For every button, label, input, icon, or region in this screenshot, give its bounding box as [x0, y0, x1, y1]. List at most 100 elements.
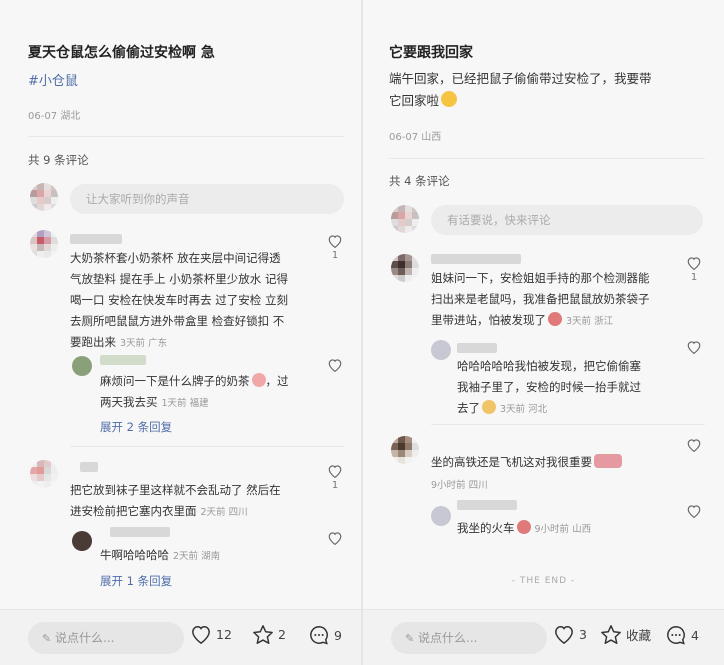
like-count: 1	[331, 480, 339, 491]
like-count: 1	[331, 250, 339, 261]
say-something-input[interactable]: ✎ 说点什么...	[391, 622, 547, 654]
pencil-icon: ✎	[42, 632, 52, 645]
collect-label: 收藏	[626, 628, 652, 643]
comment-total: 9	[334, 627, 342, 643]
username-redacted[interactable]	[80, 462, 98, 472]
emoji-icon	[251, 373, 266, 387]
reply-avatar[interactable]	[431, 340, 451, 360]
star-total: 2	[278, 627, 286, 642]
reply-like-button[interactable]	[324, 531, 346, 545]
emoji-icon	[548, 312, 562, 326]
comment-icon	[667, 626, 685, 645]
username-redacted[interactable]	[110, 527, 170, 537]
comment-body: 把它放到袜子里这样就不会乱动了 然后在 进安检前把它塞内衣里面 2天前 四川	[70, 483, 281, 518]
username-redacted[interactable]	[457, 343, 497, 353]
commenter-avatar[interactable]	[30, 230, 58, 258]
comment-meta: 3天前 广东	[120, 338, 168, 349]
comment-count: 共 4 条评论	[389, 174, 450, 188]
like-button[interactable]: 3	[553, 624, 587, 644]
heart-icon	[328, 465, 342, 478]
comment-meta: 1天前 福建	[161, 398, 209, 409]
divider	[70, 446, 344, 447]
post-tag[interactable]: #小仓鼠	[28, 70, 78, 89]
comment-body: 姐妹问一下，安检姐姐手持的那个检测器能 扫出来是老鼠吗，我准备把鼠鼠放奶茶袋子 …	[431, 271, 650, 327]
comment-meta: 2天前 湖南	[173, 551, 221, 562]
heart-icon	[687, 439, 701, 452]
comment-meta: 3天前 河北	[500, 404, 548, 415]
emoji-icon	[516, 520, 531, 534]
reply-like-button[interactable]	[683, 504, 705, 518]
reply-body: 我坐的火车 9小时前 山西	[457, 520, 592, 535]
comment-input[interactable]: 让大家听到你的声音	[70, 184, 344, 214]
my-avatar	[391, 205, 419, 233]
bottom-action-bar: ✎ 说点什么... 12 2 9	[0, 609, 361, 665]
expand-replies-link[interactable]: 展开 1 条回复	[100, 573, 172, 589]
right-post-panel: 它要跟我回家 端午回家，已经把鼠子偷偷带过安检了，我要带 它回家啦 06-07 …	[363, 0, 724, 665]
reply-body: 哈哈哈哈哈我怕被发现，把它偷偷塞 我袖子里了，安检的时候一抬手就过 去了 3天前 …	[457, 359, 641, 415]
reply-avatar[interactable]	[431, 506, 451, 526]
post-meta: 06-07 湖北	[28, 111, 81, 122]
post-title: 夏天仓鼠怎么偷偷过安检啊 急	[28, 45, 215, 61]
reply-like-button[interactable]	[683, 340, 705, 354]
left-post-panel: 夏天仓鼠怎么偷偷过安检啊 急 #小仓鼠 06-07 湖北 共 9 条评论 让大家…	[0, 0, 361, 665]
heart-icon	[555, 625, 573, 644]
expand-replies-link[interactable]: 展开 2 条回复	[100, 419, 172, 435]
comment-total: 4	[691, 627, 699, 643]
like-total: 12	[216, 626, 232, 642]
heart-icon	[328, 359, 342, 372]
emoji-icon	[441, 91, 458, 107]
comment-button[interactable]: 9	[308, 624, 342, 646]
end-marker: - THE END -	[511, 576, 576, 586]
heart-icon	[328, 235, 342, 248]
divider	[431, 424, 705, 425]
bottom-action-bar: ✎ 说点什么... 3 收藏 4	[363, 609, 724, 665]
reply-body: 麻烦问一下是什么牌子的奶茶 ，过 两天我去买 1天前 福建	[100, 373, 289, 409]
reply-like-button[interactable]	[324, 358, 346, 372]
emoji-icon	[482, 400, 496, 414]
heart-icon	[687, 341, 701, 354]
comment-meta: 9小时前 四川	[431, 480, 488, 491]
commenter-avatar[interactable]	[391, 254, 419, 282]
comment-like-button[interactable]: 1	[683, 256, 705, 283]
like-count: 1	[690, 272, 698, 283]
comment-body: 大奶茶杯套小奶茶杯 放在夹层中间记得透 气放垫料 提在手上 小奶茶杯里少放水 记…	[70, 251, 288, 349]
comment-meta: 3天前 浙江	[566, 316, 614, 327]
my-avatar	[30, 183, 58, 211]
comment-body: 坐的高铁还是飞机这对我很重要	[431, 452, 693, 473]
collect-button[interactable]: 收藏	[600, 624, 651, 645]
reply-avatar[interactable]	[72, 531, 92, 551]
username-redacted[interactable]	[457, 500, 517, 510]
post-meta: 06-07 山西	[389, 132, 442, 143]
comment-button[interactable]: 4	[665, 624, 699, 646]
post-title: 它要跟我回家	[389, 45, 473, 61]
post-body: 端午回家，已经把鼠子偷偷带过安检了，我要带 它回家啦	[389, 71, 652, 108]
like-total: 3	[579, 626, 587, 642]
star-button[interactable]: 2	[252, 624, 286, 645]
heart-icon	[687, 257, 701, 270]
username-redacted[interactable]	[100, 355, 146, 365]
say-something-input[interactable]: ✎ 说点什么...	[28, 622, 184, 654]
divider	[28, 136, 344, 137]
reply-avatar[interactable]	[72, 356, 92, 376]
reply-body: 牛啊哈哈哈哈 2天前 湖南	[100, 548, 221, 562]
heart-icon	[192, 625, 210, 644]
commenter-avatar[interactable]	[30, 460, 58, 488]
comment-like-button[interactable]: 1	[324, 234, 346, 261]
comment-meta: 2天前 四川	[200, 507, 248, 518]
pencil-icon: ✎	[405, 632, 415, 645]
comment-count: 共 9 条评论	[28, 153, 89, 167]
heart-icon	[687, 505, 701, 518]
like-button[interactable]: 12	[190, 624, 232, 644]
star-icon	[253, 625, 273, 644]
comment-meta: 9小时前 山西	[534, 524, 592, 535]
comment-like-button[interactable]	[683, 438, 705, 452]
star-icon	[601, 625, 621, 644]
divider	[389, 158, 705, 159]
emoji-icon	[594, 454, 622, 468]
comment-like-button[interactable]: 1	[324, 464, 346, 491]
comment-input[interactable]: 有话要说，快来评论	[431, 205, 703, 235]
username-redacted[interactable]	[70, 234, 122, 244]
username-redacted[interactable]	[431, 254, 521, 264]
comment-icon	[310, 626, 328, 645]
commenter-avatar[interactable]	[391, 436, 419, 464]
